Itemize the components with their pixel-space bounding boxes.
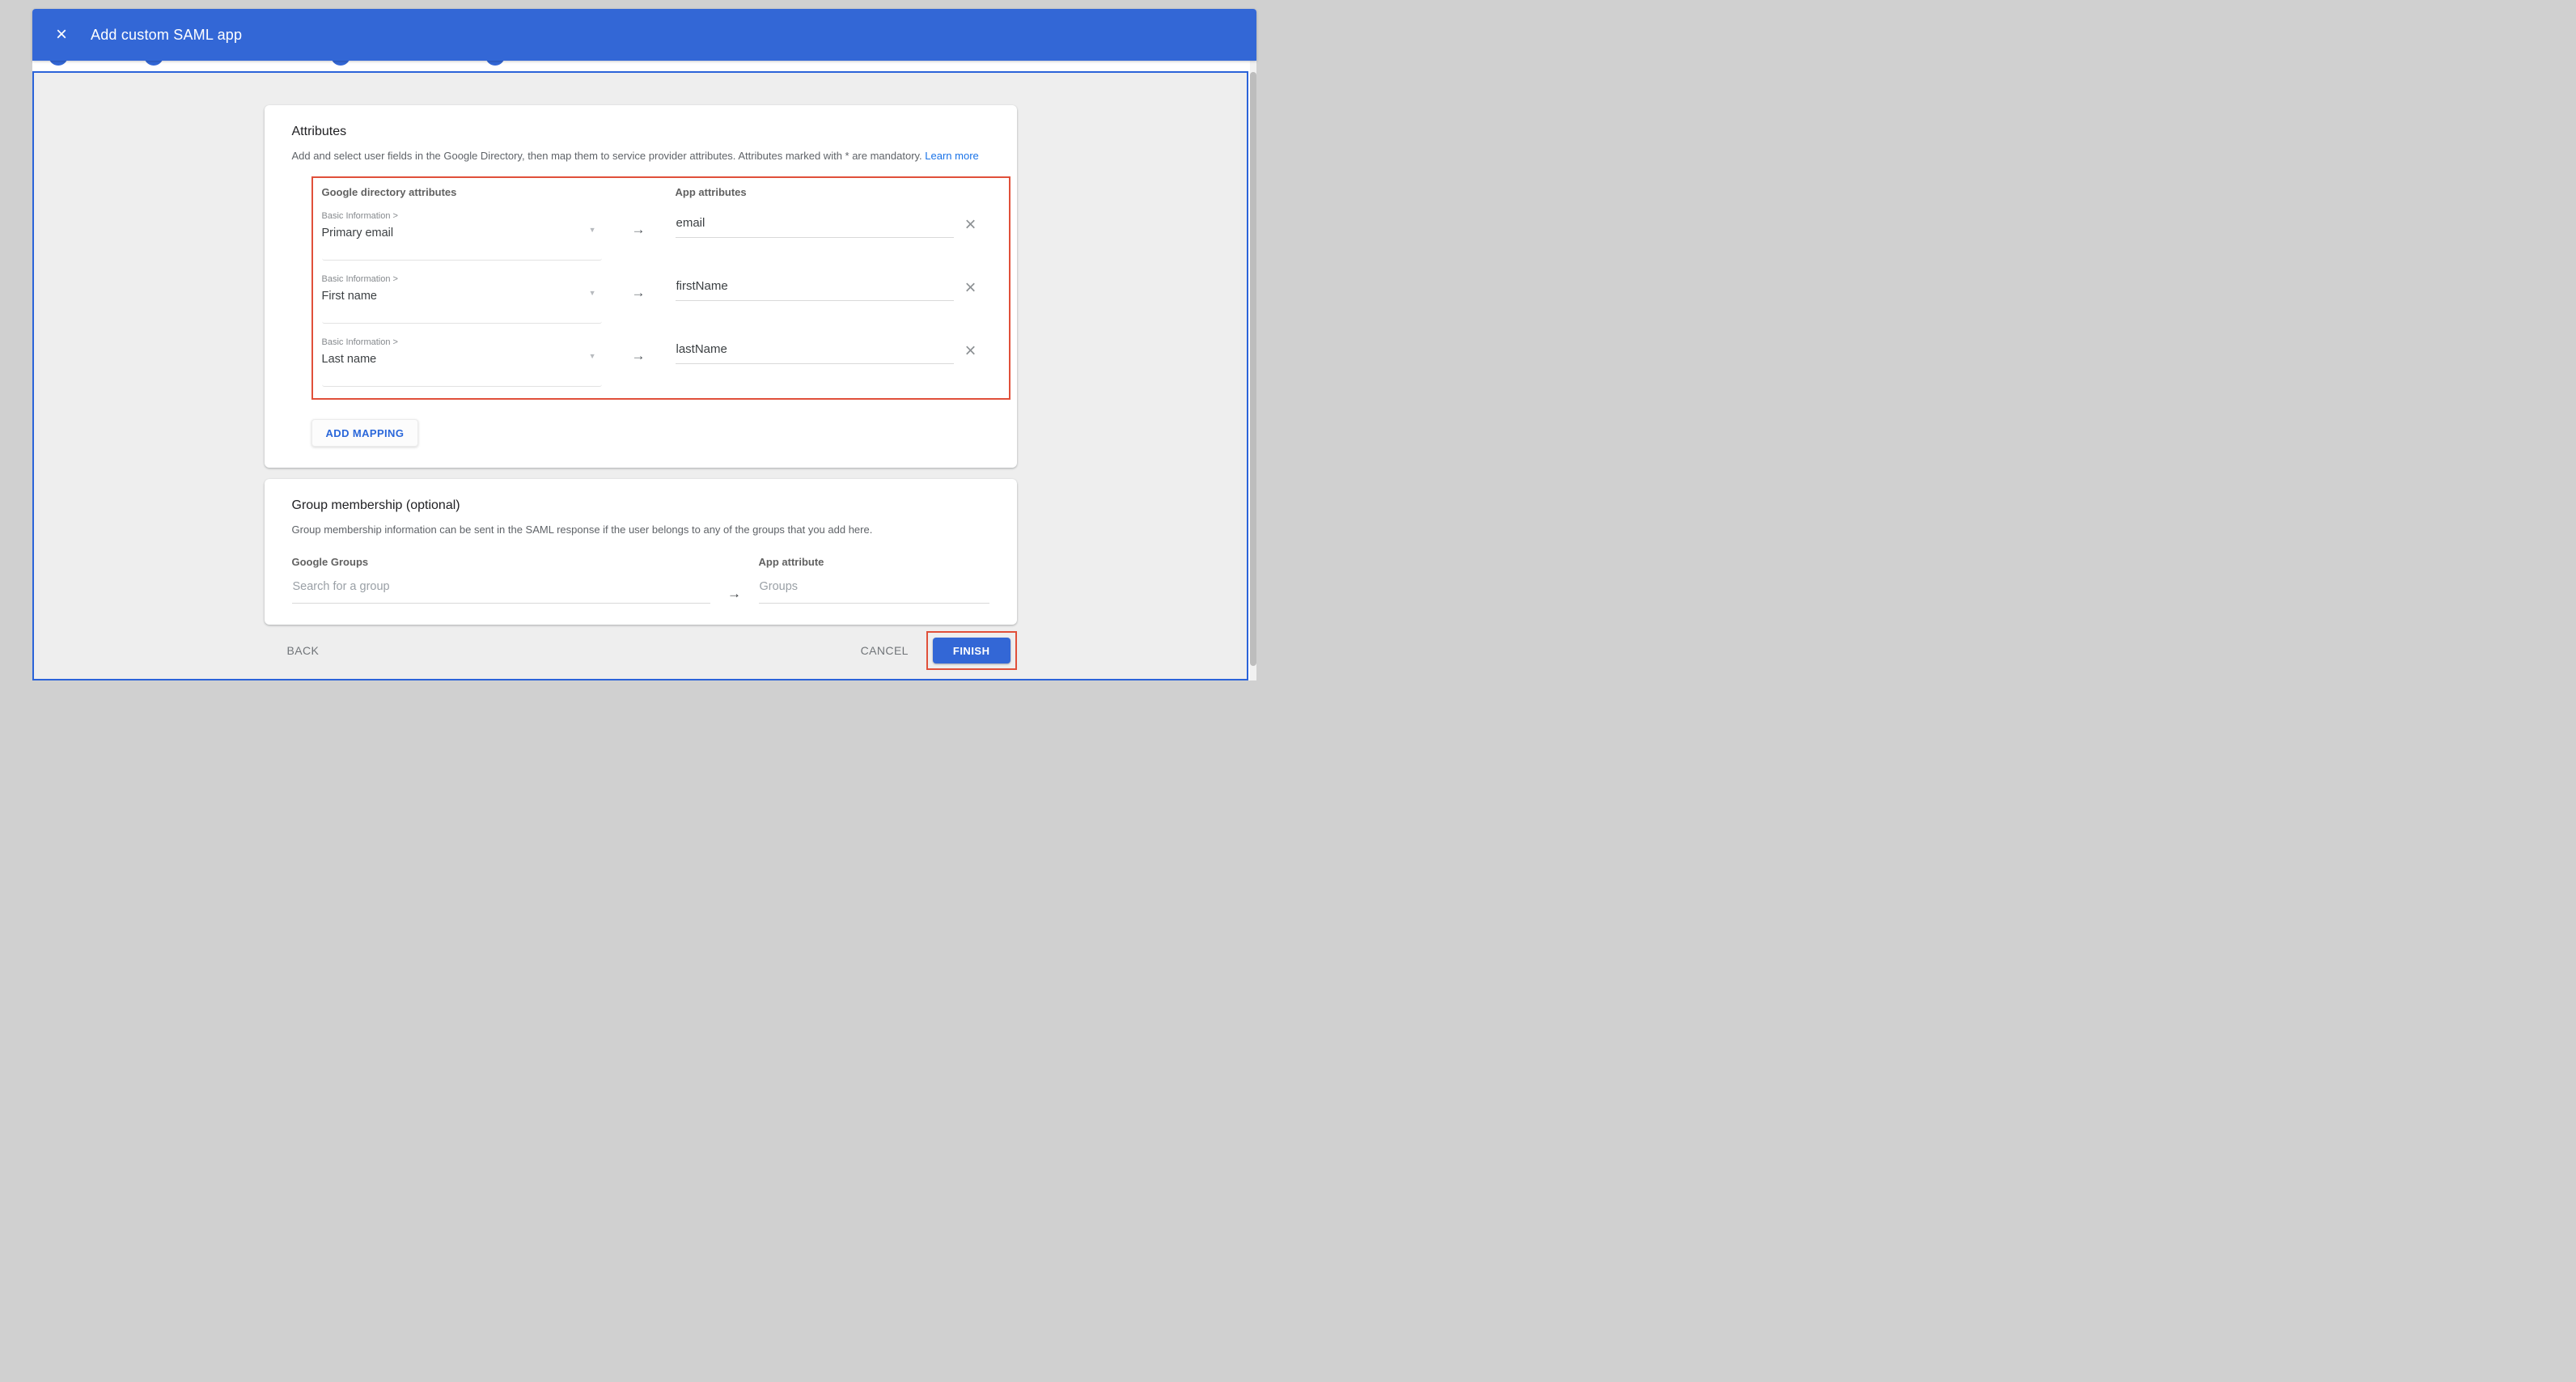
app-attribute-input-email[interactable] (676, 216, 954, 238)
attribute-category-label: Basic Information > (322, 209, 602, 221)
mapping-row: Basic Information > Last name ▼ → × (322, 335, 1009, 388)
dialog-header: × Add custom SAML app (32, 9, 1256, 61)
scrollbar-thumb[interactable] (1250, 72, 1256, 666)
google-groups-label: Google Groups (292, 556, 710, 568)
directory-attribute-select-primary-email[interactable]: Basic Information > Primary email ▼ (322, 209, 602, 261)
directory-attributes-column-label: Google directory attributes (322, 186, 676, 198)
app-attribute-input-lastname[interactable] (676, 342, 954, 364)
add-saml-app-dialog: × Add custom SAML app Attributes Add and… (32, 9, 1256, 680)
cancel-button[interactable]: CANCEL (861, 644, 909, 657)
mapping-annotation-box: Google directory attributes App attribut… (311, 176, 1010, 400)
app-attribute-label: App attribute (759, 556, 989, 568)
maps-to-arrow-icon: → (710, 579, 759, 604)
finish-annotation-box: FINISH (926, 631, 1017, 670)
remove-mapping-icon[interactable]: × (965, 209, 977, 261)
chevron-down-icon: ▼ (589, 352, 596, 360)
finish-button[interactable]: FINISH (933, 638, 1010, 663)
learn-more-link[interactable]: Learn more (925, 150, 978, 162)
page-backdrop: { "colors": { "header_blue": "#3367d6", … (0, 0, 1288, 691)
group-column-headers: Google Groups App attribute (292, 556, 989, 568)
maps-to-arrow-icon: → (602, 335, 676, 388)
add-mapping-button[interactable]: ADD MAPPING (311, 419, 419, 447)
dialog-footer: BACK CANCEL FINISH (265, 633, 1017, 668)
attributes-card-description: Add and select user fields in the Google… (292, 149, 989, 163)
app-attributes-column-label: App attributes (676, 186, 747, 198)
attribute-selected-value: Primary email (322, 227, 602, 240)
group-card-title: Group membership (optional) (292, 498, 989, 513)
mapping-column-headers: Google directory attributes App attribut… (322, 186, 1009, 198)
app-attribute-field (676, 272, 954, 324)
content-column: Attributes Add and select user fields in… (265, 105, 1017, 668)
maps-to-arrow-icon: → (602, 272, 676, 324)
group-card-description: Group membership information can be sent… (292, 523, 989, 537)
maps-to-arrow-icon: → (602, 209, 676, 261)
group-membership-card: Group membership (optional) Group member… (265, 479, 1017, 625)
app-attribute-input-firstname[interactable] (676, 279, 954, 301)
directory-attribute-select-last-name[interactable]: Basic Information > Last name ▼ (322, 335, 602, 387)
scrollbar-track[interactable] (1250, 61, 1256, 680)
back-button[interactable]: BACK (287, 644, 320, 657)
close-icon[interactable]: × (49, 23, 74, 47)
chevron-down-icon: ▼ (589, 226, 596, 234)
attribute-category-label: Basic Information > (322, 272, 602, 284)
attributes-card: Attributes Add and select user fields in… (265, 105, 1017, 468)
attributes-card-title: Attributes (292, 125, 989, 139)
mapping-row: Basic Information > Primary email ▼ → × (322, 209, 1009, 261)
attribute-category-label: Basic Information > (322, 335, 602, 347)
mapping-row: Basic Information > First name ▼ → × (322, 272, 1009, 324)
group-mapping-row: → (292, 579, 989, 604)
attribute-selected-value: Last name (322, 353, 602, 366)
group-search-input[interactable] (292, 580, 710, 604)
groups-app-attribute-input[interactable] (759, 580, 989, 604)
app-attribute-field (676, 335, 954, 388)
directory-attribute-select-first-name[interactable]: Basic Information > First name ▼ (322, 272, 602, 324)
attributes-description-text: Add and select user fields in the Google… (292, 150, 926, 162)
dialog-body-panel: Attributes Add and select user fields in… (32, 71, 1248, 680)
chevron-down-icon: ▼ (589, 289, 596, 297)
attribute-selected-value: First name (322, 290, 602, 303)
remove-mapping-icon[interactable]: × (965, 335, 977, 388)
dialog-title: Add custom SAML app (91, 27, 242, 44)
remove-mapping-icon[interactable]: × (965, 272, 977, 324)
app-attribute-field (676, 209, 954, 261)
